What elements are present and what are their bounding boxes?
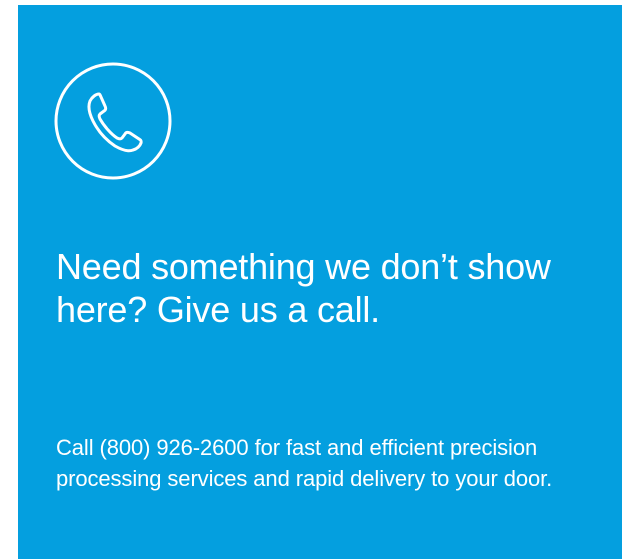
headline: Need something we don’t show here? Give … <box>56 246 551 330</box>
description-text: Call (800) 926-2600 for fast and efficie… <box>56 435 553 491</box>
call-us-card: Need something we don’t show here? Give … <box>18 5 622 559</box>
phone-icon <box>53 61 173 181</box>
